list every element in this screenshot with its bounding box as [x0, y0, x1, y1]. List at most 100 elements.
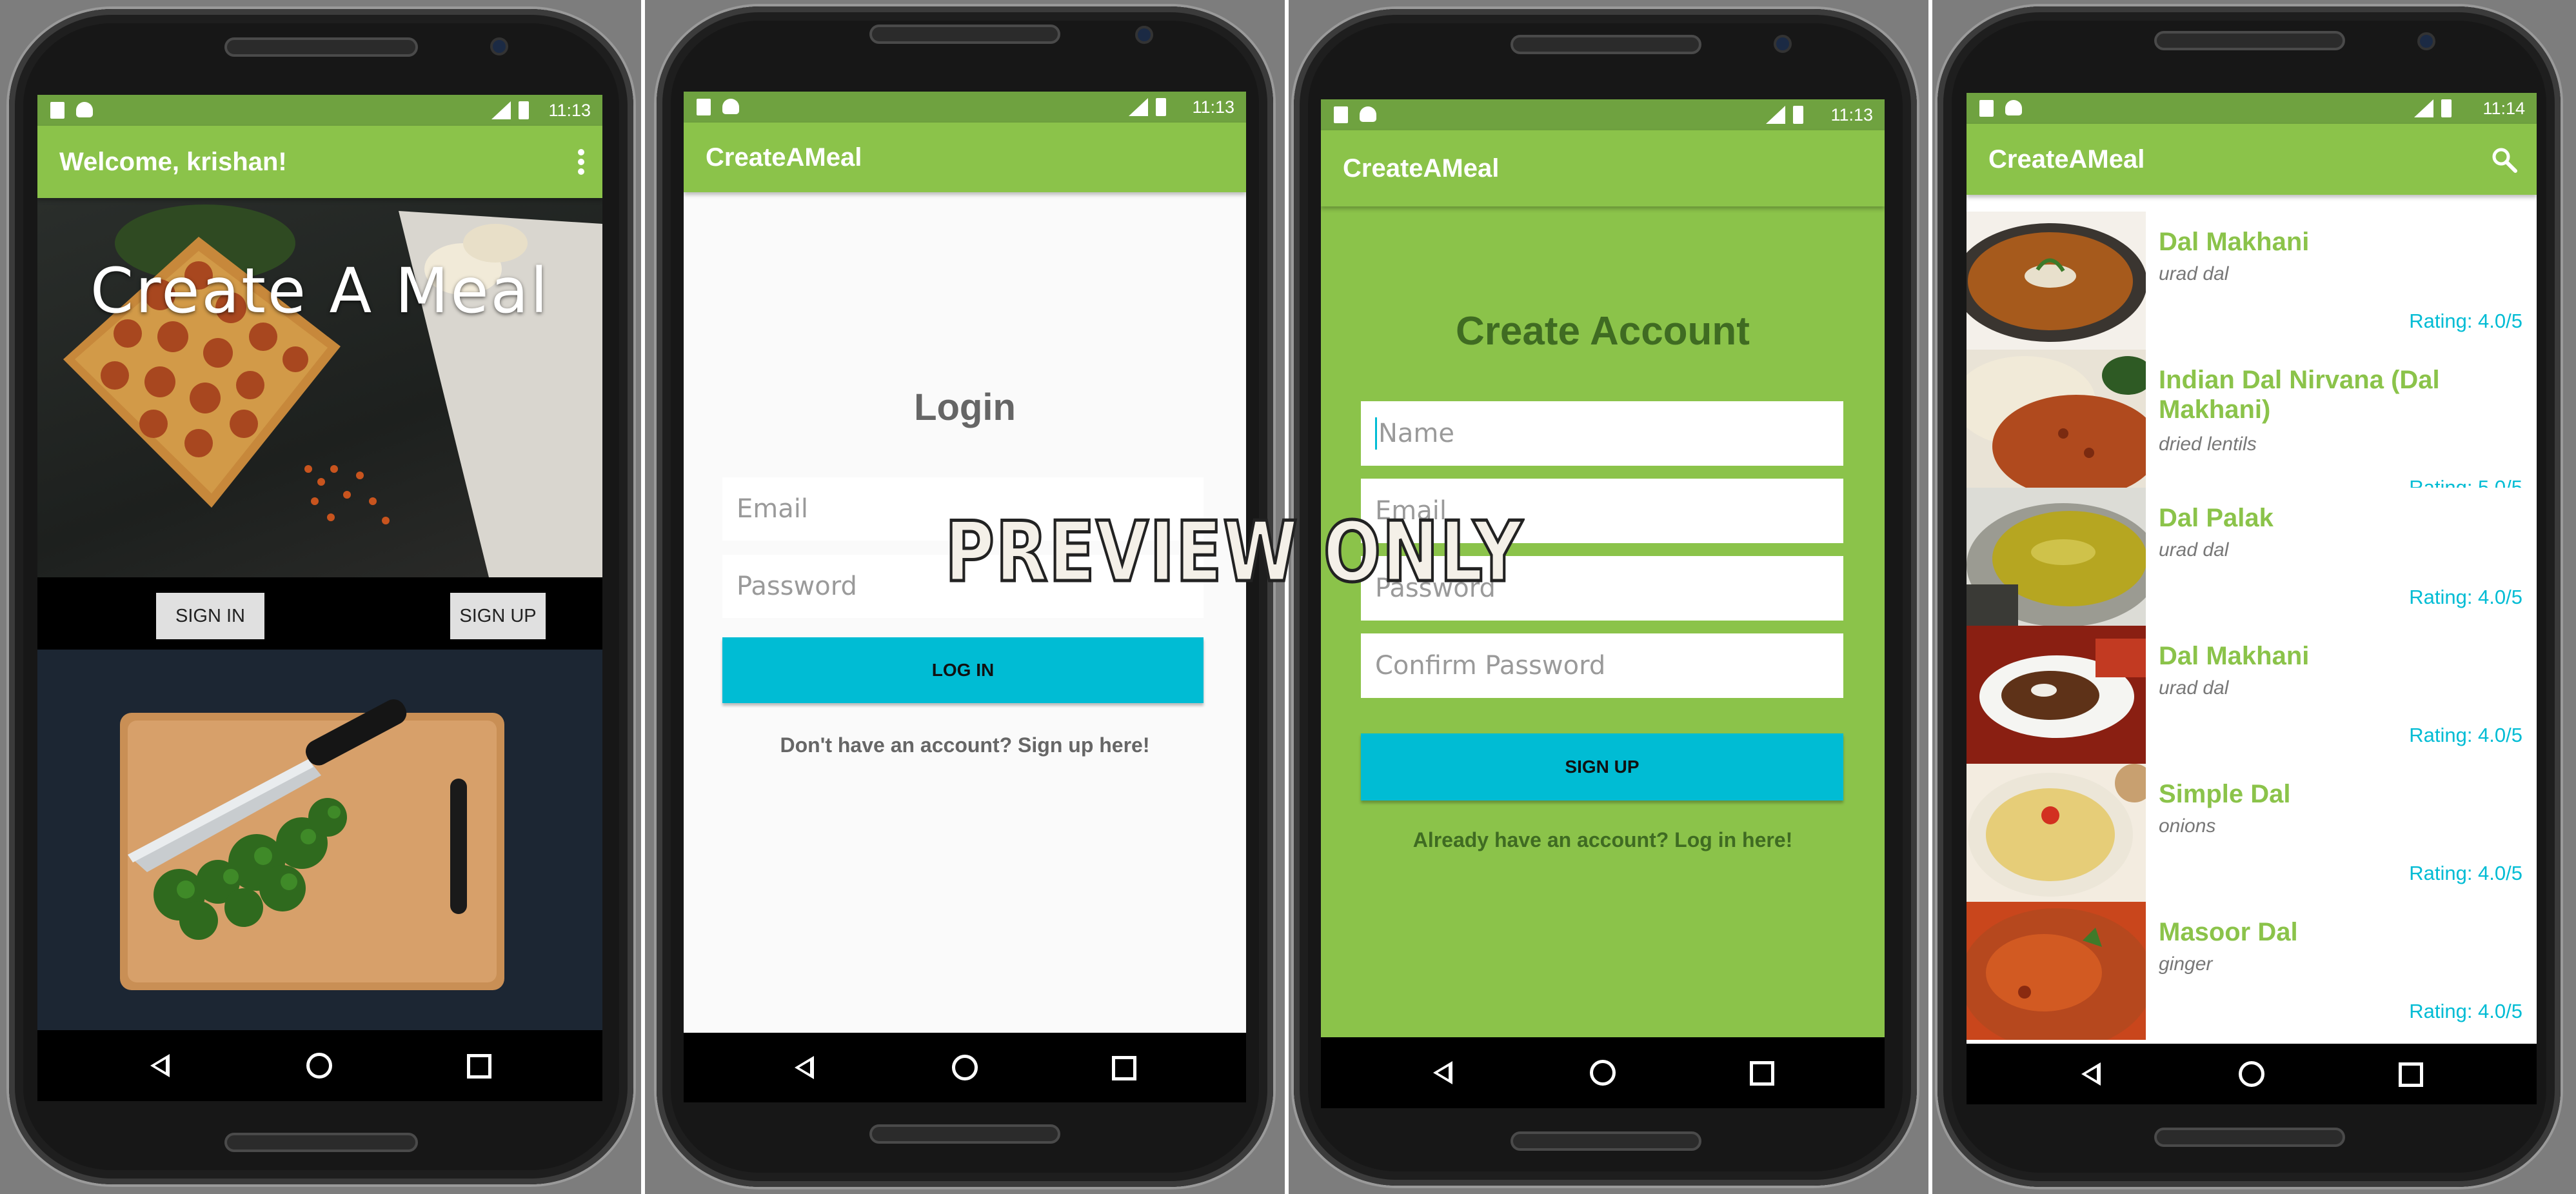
name-field[interactable]: Name	[1361, 401, 1843, 466]
system-nav-bar	[37, 1030, 602, 1101]
app-bar: CreateAMeal	[1967, 124, 2537, 195]
cutting-board-image	[37, 650, 602, 1030]
back-icon[interactable]	[150, 1054, 170, 1077]
battery-icon	[2441, 99, 2452, 117]
home-icon[interactable]	[952, 1055, 978, 1080]
recipe-row[interactable]: Dal Makhani urad dal Rating: 4.0/5	[1967, 212, 2537, 350]
back-icon[interactable]	[1433, 1061, 1452, 1084]
android-icon	[1360, 106, 1376, 122]
recipe-ingredient: urad dal	[2159, 263, 2229, 284]
create-account-heading: Create Account	[1456, 309, 1750, 353]
more-vert-icon[interactable]	[577, 149, 586, 175]
recipe-rating: Rating: 4.0/5	[2409, 862, 2522, 884]
battery-icon	[1793, 106, 1803, 124]
preview-watermark: PREVIEW ONLY	[944, 504, 1524, 601]
recent-apps-icon[interactable]	[1750, 1061, 1774, 1086]
signup-button[interactable]: SIGN UP	[1361, 733, 1843, 801]
front-camera	[490, 37, 508, 55]
recent-apps-icon[interactable]	[2399, 1062, 2423, 1087]
recipe-row[interactable]: Masoor Dal ginger Rating: 4.0/5	[1967, 902, 2537, 1040]
sd-card-icon	[1334, 106, 1348, 123]
battery-icon	[1156, 98, 1166, 116]
recipe-list: Dal Makhani urad dal Rating: 4.0/5 India…	[1967, 212, 2537, 1044]
screen-home: 11:13 Welcome, krishan! Create A Meal SI…	[37, 95, 602, 1101]
status-bar: 11:14	[1967, 93, 2537, 124]
back-icon[interactable]	[2081, 1062, 2101, 1086]
earpiece-speaker	[869, 25, 1060, 44]
android-icon	[76, 102, 93, 117]
recipe-thumbnail	[1967, 212, 2146, 350]
android-icon	[2005, 100, 2022, 115]
status-bar: 11:13	[37, 95, 602, 126]
app-title: CreateAMeal	[706, 143, 862, 172]
home-icon[interactable]	[2239, 1061, 2264, 1087]
status-bar: 11:13	[684, 92, 1246, 123]
sign-in-button[interactable]: SIGN IN	[156, 593, 264, 639]
phone-frame: 11:13 Welcome, krishan! Create A Meal SI…	[9, 9, 633, 1184]
android-icon	[722, 99, 739, 114]
bottom-speaker	[869, 1124, 1060, 1144]
status-bar: 11:13	[1321, 99, 1885, 130]
bottom-speaker	[1511, 1131, 1701, 1151]
status-time: 11:13	[548, 101, 591, 120]
screen-recipes: 11:14 CreateAMeal Dal Makhani urad dal R…	[1967, 93, 2537, 1104]
recipe-thumbnail	[1967, 488, 2146, 626]
recipe-ingredient: dried lentils	[2159, 433, 2257, 455]
status-time: 11:13	[1830, 105, 1873, 124]
recipe-thumbnail	[1967, 764, 2146, 902]
cutting-board-photo	[120, 699, 504, 990]
recipe-row[interactable]: Indian Dal Nirvana (Dal Makhani) dried l…	[1967, 350, 2537, 488]
sd-card-icon	[697, 99, 711, 115]
sd-card-icon	[50, 102, 64, 119]
recipe-thumbnail	[1967, 350, 2146, 488]
system-nav-bar	[1967, 1044, 2537, 1104]
search-icon[interactable]	[2492, 147, 2517, 173]
welcome-title: Welcome, krishan!	[59, 148, 287, 176]
home-icon[interactable]	[1590, 1060, 1616, 1086]
earpiece-speaker	[2154, 31, 2345, 50]
recipe-thumbnail	[1967, 626, 2146, 764]
recipe-rating: Rating: 4.0/5	[2409, 724, 2522, 746]
recipe-row[interactable]: Dal Makhani urad dal Rating: 4.0/5	[1967, 626, 2537, 764]
front-camera	[1135, 26, 1153, 44]
sign-up-button[interactable]: SIGN UP	[450, 593, 546, 639]
auth-button-strip: SIGN IN SIGN UP	[37, 577, 602, 650]
signal-icon	[1766, 106, 1785, 124]
recipe-ingredient: urad dal	[2159, 539, 2229, 561]
recipe-rating: Rating: 4.0/5	[2409, 310, 2522, 332]
phone-frame: 11:14 CreateAMeal Dal Makhani urad dal R…	[1937, 6, 2561, 1187]
recipe-rating: Rating: 4.0/5	[2409, 586, 2522, 608]
recent-apps-icon[interactable]	[1112, 1056, 1136, 1080]
recipe-name: Indian Dal Nirvana (Dal Makhani)	[2159, 366, 2440, 424]
front-camera	[1774, 35, 1792, 53]
recipe-ingredient: urad dal	[2159, 677, 2229, 699]
signal-icon	[2414, 99, 2433, 117]
confirm-password-field[interactable]: Confirm Password	[1361, 633, 1843, 698]
recent-apps-icon[interactable]	[467, 1054, 491, 1079]
panel-recipes: 11:14 CreateAMeal Dal Makhani urad dal R…	[1932, 0, 2576, 1194]
login-link[interactable]: Already have an account? Log in here!	[1321, 828, 1885, 852]
earpiece-speaker	[1511, 35, 1701, 54]
hero-image: Create A Meal	[37, 198, 602, 577]
recipe-name: Dal Palak	[2159, 504, 2274, 532]
battery-icon	[519, 101, 529, 119]
front-camera	[2417, 32, 2435, 50]
signup-link[interactable]: Don't have an account? Sign up here!	[684, 733, 1246, 757]
app-bar: CreateAMeal	[1321, 130, 1885, 206]
bottom-speaker	[224, 1133, 418, 1152]
app-bar: CreateAMeal	[684, 123, 1246, 192]
recipe-row[interactable]: Simple Dal onions Rating: 4.0/5	[1967, 764, 2537, 902]
recipe-rating: Rating: 4.0/5	[2409, 1000, 2522, 1022]
login-button[interactable]: LOG IN	[722, 637, 1204, 703]
hero-title: Create A Meal	[90, 255, 550, 327]
recipe-ingredient: onions	[2159, 815, 2216, 837]
recipe-name: Dal Makhani	[2159, 228, 2310, 256]
recipe-row[interactable]: Dal Palak urad dal Rating: 4.0/5	[1967, 488, 2537, 626]
recipe-rating: Rating: 5.0/5	[2409, 476, 2522, 488]
bottom-speaker	[2154, 1128, 2345, 1147]
back-icon[interactable]	[795, 1056, 814, 1079]
name-placeholder: Name	[1378, 419, 1455, 448]
recipe-name: Masoor Dal	[2159, 918, 2298, 946]
home-icon[interactable]	[306, 1053, 332, 1079]
earpiece-speaker	[224, 37, 418, 57]
